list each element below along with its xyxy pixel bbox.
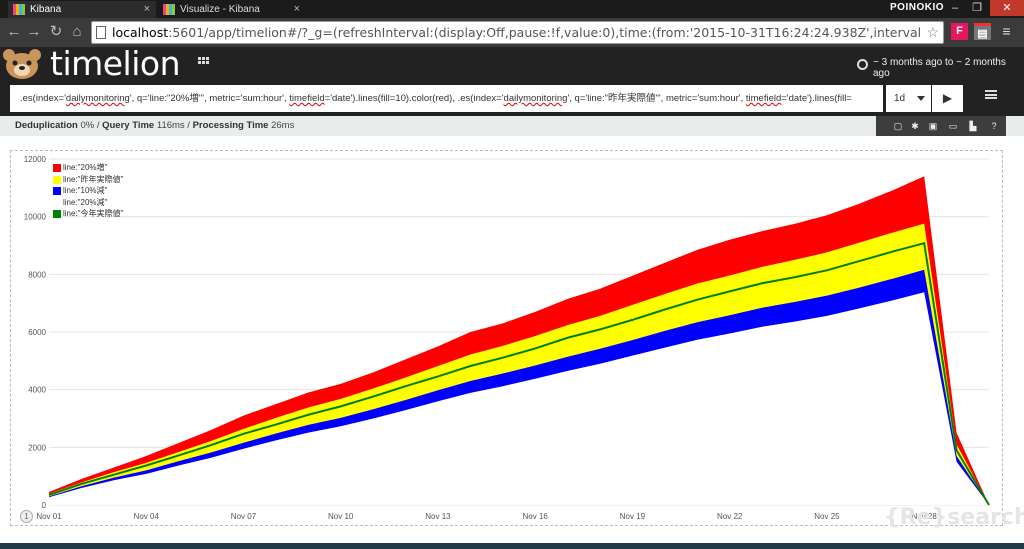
page-icon [96,26,106,39]
extension-f-icon[interactable]: F [951,23,968,40]
timelion-bear-logo-icon [3,49,41,79]
close-tab-icon[interactable]: × [144,1,150,18]
browser-menu-icon[interactable]: ≡ [998,23,1015,40]
legend-label: line:"20%増" [63,163,108,172]
legend-label: line:"10%減" [63,186,108,195]
home-icon[interactable]: ⌂ [67,22,87,42]
watermark: {Re}search [884,505,1024,530]
clock-icon[interactable] [857,59,868,70]
time-range-picker[interactable]: ~ 3 months ago to ~ 2 months ago [873,57,1024,79]
extension-wallet-icon[interactable]: ▤ [974,23,991,40]
bookmark-star-icon[interactable]: ☆ [926,24,939,41]
interval-value: 1d [894,93,906,104]
chart-panel[interactable] [10,150,1003,526]
interval-select[interactable]: 1d [886,85,931,112]
close-window-icon[interactable]: ✕ [990,0,1024,16]
sheet-toolbar: ▢ ✱ ▣ ▭ ▙ ? [876,116,1006,136]
chevron-down-icon [917,96,925,101]
new-document-icon[interactable]: ▢ [891,119,905,133]
apps-grid-icon[interactable] [198,57,210,69]
timelion-logo-text: timelion [50,44,181,83]
query-stats: Deduplication 0% / Query Time 116ms / Pr… [15,120,295,131]
legend-label: line:"20%減" [63,197,108,207]
legend-item[interactable]: line:"20%減" [53,197,123,209]
page-indicator[interactable]: 1 [20,510,33,523]
bottom-strip [0,543,1024,549]
expression-text: .es(index='dailymonitoring', q='line:"20… [20,93,852,104]
help-icon[interactable]: ? [987,119,1001,133]
back-arrow-icon[interactable]: ← [4,22,24,42]
expression-input[interactable]: .es(index='dailymonitoring', q='line:"20… [10,85,883,112]
expression-bar: .es(index='dailymonitoring', q='line:"20… [0,80,1024,116]
app-header: timelion ~ 3 months ago to ~ 2 months ag… [0,47,1024,80]
kibana-favicon-icon [163,4,175,15]
legend-item[interactable]: line:"今年実際値" [53,208,123,220]
legend-item[interactable]: line:"20%増" [53,162,123,174]
run-button[interactable]: ▶ [932,85,963,112]
restore-icon[interactable]: ❐ [966,0,988,16]
legend-item[interactable]: line:"昨年実際値" [53,174,123,186]
forward-arrow-icon[interactable]: → [24,22,44,42]
legend-swatch [53,198,61,207]
address-bar[interactable]: localhost:5601/app/timelion#/?_g=(refres… [91,21,944,44]
legend-swatch [53,187,61,195]
browser-tab-visualize[interactable]: Visualize - Kibana × [158,1,306,18]
stats-bar: Deduplication 0% / Query Time 116ms / Pr… [0,116,1024,136]
browser-tabbar: Kibana × Visualize - Kibana × POINOKIO –… [0,0,1024,18]
hamburger-menu-icon[interactable] [985,90,997,99]
chart-icon[interactable]: ▙ [966,119,980,133]
play-icon: ▶ [942,91,953,105]
chart-legend: line:"20%増" line:"昨年実際値" line:"10%減" line:"… [53,162,123,220]
minimize-icon[interactable]: – [944,0,966,16]
close-tab-icon[interactable]: × [294,1,300,18]
browser-tab-kibana[interactable]: Kibana × [8,1,156,18]
legend-swatch [53,175,61,184]
legend-swatch [53,210,61,218]
legend-item[interactable]: line:"10%減" [53,185,123,197]
settings-gear-icon[interactable]: ✱ [908,119,922,133]
browser-user-name[interactable]: POINOKIO [890,2,944,13]
kibana-favicon-icon [13,4,25,15]
legend-label: line:"今年実際値" [63,209,124,218]
open-folder-icon[interactable]: ▭ [946,119,960,133]
legend-label: line:"昨年実際値" [63,174,124,184]
legend-swatch [53,164,61,172]
reload-icon[interactable]: ↻ [46,22,66,42]
browser-navbar: ← → ↻ ⌂ localhost:5601/app/timelion#/?_g… [0,18,1024,47]
tab-title: Visualize - Kibana [180,4,260,15]
save-icon[interactable]: ▣ [926,119,940,133]
tab-title: Kibana [30,4,62,15]
url-text: localhost:5601/app/timelion#/?_g=(refres… [112,25,921,40]
